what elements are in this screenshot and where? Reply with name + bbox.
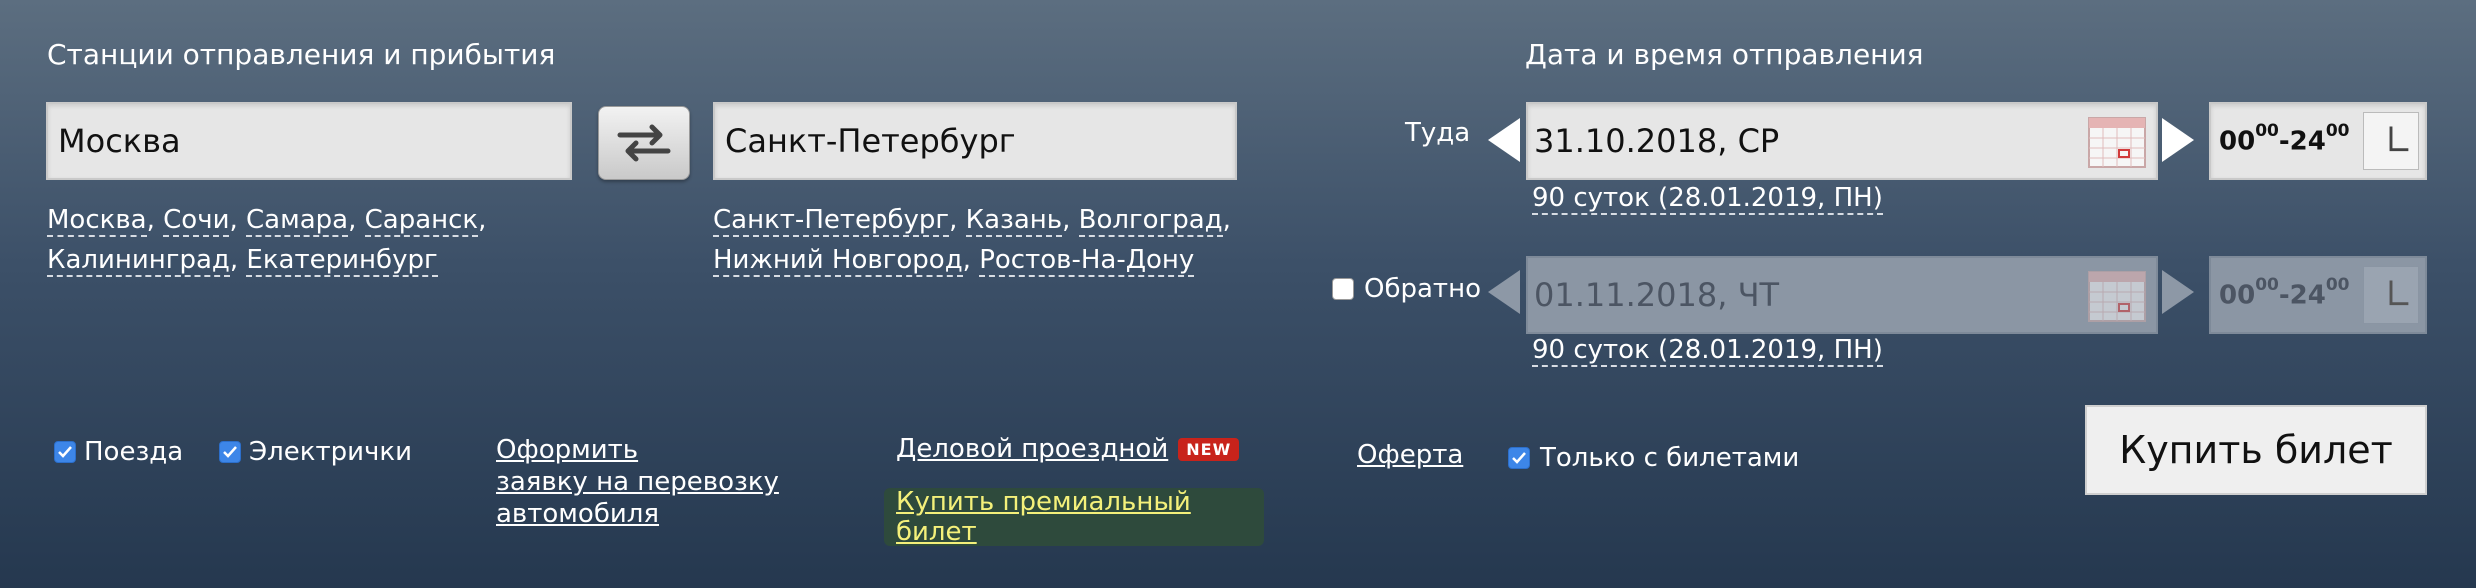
return-date-value: 01.11.2018, ЧТ	[1534, 276, 1780, 314]
return-range-hint[interactable]: 90 суток (28.01.2019, ПН)	[1532, 335, 1883, 367]
business-pass: Деловой проездной NEW	[896, 434, 1240, 464]
car-request-line-1[interactable]: Оформить	[496, 435, 638, 465]
outbound-date-value: 31.10.2018, СР	[1534, 122, 1780, 160]
checkmark-icon	[223, 446, 237, 458]
clock-icon[interactable]	[2363, 266, 2419, 324]
from-quick-row-1: Москва, Сочи, Самара, Саранск,	[47, 205, 487, 237]
return-next-day-arrow[interactable]	[2162, 270, 2194, 314]
quick-link-rostov[interactable]: Ростов-На-Дону	[979, 245, 1195, 277]
suburban-label: Электрички	[249, 437, 412, 467]
from-quick-row-2: Калининград, Екатеринбург	[47, 245, 438, 277]
return-hint: 90 суток (28.01.2019, ПН)	[1532, 330, 1883, 370]
return-label: Обратно	[1364, 274, 1481, 304]
quick-link-ekaterinburg[interactable]: Екатеринбург	[246, 245, 438, 277]
quick-link-kazan[interactable]: Казань	[965, 205, 1063, 237]
checkmark-icon	[58, 446, 72, 458]
trains-label: Поезда	[84, 437, 184, 467]
return-date-input[interactable]: 01.11.2018, ЧТ	[1526, 256, 2158, 334]
trains-option[interactable]: Поезда	[54, 437, 183, 467]
only-with-tickets-label: Только с билетами	[1540, 443, 1800, 473]
clock-icon[interactable]	[2363, 112, 2419, 170]
to-quick-row-2: Нижний Новгород, Ростов-На-Дону	[713, 245, 1195, 277]
car-request-line-3[interactable]: автомобиля	[496, 499, 659, 529]
outbound-hint: 90 суток (28.01.2019, ПН)	[1532, 178, 1883, 218]
trains-checkbox[interactable]	[54, 441, 76, 463]
only-with-tickets-option[interactable]: Только с билетами	[1508, 443, 1799, 473]
to-quick-row-1: Санкт-Петербург, Казань, Волгоград,	[713, 205, 1231, 237]
quick-link-saransk[interactable]: Саранск	[364, 205, 479, 237]
only-with-tickets-checkbox[interactable]	[1508, 447, 1530, 469]
from-station-input[interactable]: Москва	[46, 102, 572, 180]
return-time-select[interactable]: 0000-2400	[2209, 256, 2427, 334]
outbound-prev-day-arrow[interactable]	[1488, 118, 1520, 162]
from-quick-links: Москва, Сочи, Самара, Саранск, Калинингр…	[47, 200, 486, 280]
swap-stations-button[interactable]	[598, 106, 690, 180]
outbound-label: Туда	[1405, 118, 1471, 148]
datetime-heading: Дата и время отправления	[1525, 38, 1924, 71]
calendar-icon[interactable]	[2088, 268, 2146, 322]
outbound-date-input[interactable]: 31.10.2018, СР	[1526, 102, 2158, 180]
premium-ticket-box: Купить премиальный билет	[884, 487, 1264, 547]
business-pass-link[interactable]: Деловой проездной	[896, 434, 1168, 464]
checkmark-icon	[1512, 452, 1526, 464]
quick-link-spb[interactable]: Санкт-Петербург	[713, 205, 950, 237]
buy-ticket-button[interactable]: Купить билет	[2085, 405, 2427, 495]
calendar-icon[interactable]	[2088, 114, 2146, 168]
return-toggle[interactable]: Обратно	[1332, 274, 1481, 304]
swap-arrows-icon	[617, 124, 671, 162]
buy-ticket-label: Купить билет	[2119, 428, 2393, 472]
outbound-time-select[interactable]: 0000-2400	[2209, 102, 2427, 180]
return-prev-day-arrow[interactable]	[1488, 270, 1520, 314]
quick-link-moskva[interactable]: Москва	[47, 205, 147, 237]
quick-link-samara[interactable]: Самара	[246, 205, 349, 237]
return-time-range: 0000-2400	[2219, 275, 2350, 311]
car-transport-request-link[interactable]: Оформить заявку на перевозку автомобиля	[496, 434, 779, 530]
to-station-input[interactable]: Санкт-Петербург	[713, 102, 1237, 180]
from-station-value: Москва	[58, 122, 181, 160]
new-badge: NEW	[1178, 437, 1240, 461]
stations-heading: Станции отправления и прибытия	[47, 38, 556, 71]
to-station-value: Санкт-Петербург	[725, 122, 1016, 160]
outbound-time-range: 0000-2400	[2219, 121, 2350, 157]
suburban-option[interactable]: Электрички	[219, 437, 412, 467]
suburban-checkbox[interactable]	[219, 441, 241, 463]
offer-link[interactable]: Оферта	[1357, 440, 1463, 470]
offer: Оферта	[1357, 440, 1463, 470]
to-quick-links: Санкт-Петербург, Казань, Волгоград, Нижн…	[713, 200, 1231, 280]
return-checkbox[interactable]	[1332, 278, 1354, 300]
quick-link-volgograd[interactable]: Волгоград	[1078, 205, 1223, 237]
quick-link-sochi[interactable]: Сочи	[163, 205, 230, 237]
outbound-next-day-arrow[interactable]	[2162, 118, 2194, 162]
quick-link-nizhny[interactable]: Нижний Новгород	[713, 245, 963, 277]
car-request-line-2[interactable]: заявку на перевозку	[496, 467, 779, 497]
quick-link-kaliningrad[interactable]: Калининград	[47, 245, 230, 277]
outbound-range-hint[interactable]: 90 суток (28.01.2019, ПН)	[1532, 183, 1883, 215]
premium-ticket-link[interactable]: Купить премиальный билет	[896, 487, 1264, 547]
